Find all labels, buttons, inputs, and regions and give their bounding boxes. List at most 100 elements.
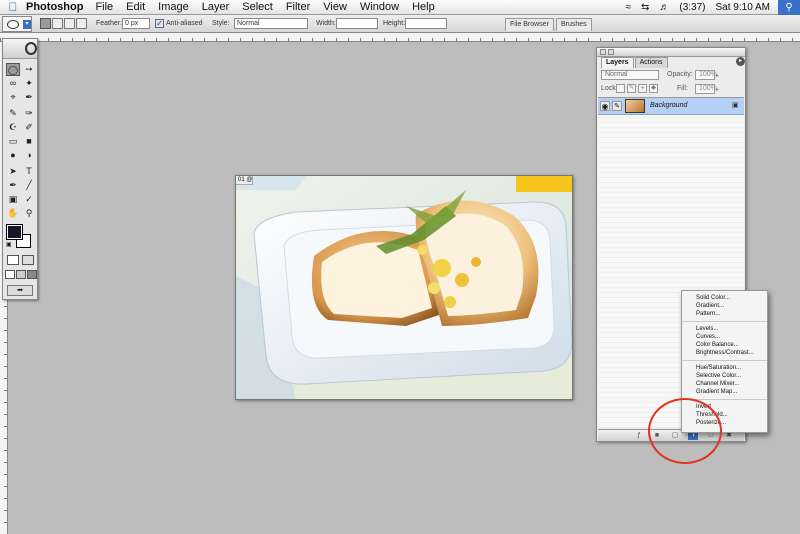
menu-window[interactable]: Window [360, 0, 399, 15]
app-menu[interactable]: Photoshop [26, 1, 83, 13]
magic-wand-icon[interactable]: ✦ [22, 77, 36, 90]
menu-layer[interactable]: Layer [202, 0, 230, 15]
battery-status[interactable]: (3:37) [679, 2, 705, 13]
document-window[interactable]: 01 @ [235, 175, 573, 400]
move-tool-icon[interactable]: ➙ [22, 63, 36, 76]
lock-position-icon[interactable]: + [638, 84, 647, 93]
healing-brush-icon[interactable]: ✎ [6, 107, 20, 120]
subtract-selection-icon[interactable] [64, 18, 75, 29]
tool-preset-picker[interactable]: ▾ [2, 16, 32, 32]
hand-tool-icon[interactable]: ✋ [6, 207, 20, 220]
menu-help[interactable]: Help [412, 0, 435, 15]
chevron-right-icon[interactable]: ▸ [716, 72, 719, 79]
type-tool-icon[interactable]: T [22, 165, 36, 178]
lock-transparency-icon[interactable] [616, 84, 625, 93]
width-input[interactable] [336, 18, 378, 29]
close-icon[interactable] [600, 49, 606, 55]
chevron-down-icon: ▾ [23, 20, 31, 29]
menu-item-solid-color[interactable]: Solid Color... [682, 294, 767, 302]
layer-thumbnail[interactable] [625, 99, 645, 113]
layer-name[interactable]: Background [650, 102, 687, 109]
fill-input[interactable]: 100% [695, 84, 717, 94]
lasso-tool-icon[interactable]: ∞ [6, 77, 20, 90]
intersect-selection-icon[interactable] [76, 18, 87, 29]
screen-mode-full-menu-icon[interactable] [16, 270, 26, 279]
lock-pixels-icon[interactable]: ✎ [627, 84, 636, 93]
screen-mode-full-icon[interactable] [27, 270, 37, 279]
layer-row-background[interactable]: ◉ ✎ Background ▣ [598, 98, 744, 115]
menu-item-levels[interactable]: Levels... [682, 325, 767, 333]
menu-item-hue-saturation[interactable]: Hue/Saturation... [682, 364, 767, 372]
path-select-icon[interactable]: ➤ [6, 165, 20, 178]
menu-item-brightness-contrast[interactable]: Brightness/Contrast... [682, 349, 767, 357]
feather-label: Feather: [96, 20, 123, 27]
eyedropper-icon[interactable]: ✓ [22, 193, 36, 206]
zoom-tool-icon[interactable]: ⚲ [22, 207, 36, 220]
standard-mode-icon[interactable] [7, 255, 19, 265]
document-title[interactable]: 01 @ [236, 176, 254, 185]
history-brush-icon[interactable]: ✐ [22, 121, 36, 134]
pen-tool-icon[interactable]: ✒ [6, 179, 20, 192]
menu-item-gradient-map[interactable]: Gradient Map... [682, 388, 767, 396]
menu-select[interactable]: Select [242, 0, 273, 15]
sync-icon[interactable]: ⇆ [641, 2, 649, 13]
dodge-tool-icon[interactable]: ◑ [22, 149, 36, 162]
volume-icon[interactable]: ♬ [659, 2, 669, 13]
blend-mode-select[interactable]: Normal [601, 70, 659, 80]
chevron-right-icon[interactable]: ▸ [716, 86, 719, 93]
menu-item-gradient[interactable]: Gradient... [682, 302, 767, 310]
height-input[interactable] [405, 18, 447, 29]
menu-item-selective-color[interactable]: Selective Color... [682, 372, 767, 380]
clock[interactable]: Sat 9:10 AM [716, 2, 770, 13]
feather-input[interactable]: 0 px [122, 18, 150, 29]
menu-separator [682, 321, 767, 322]
brush-tool-icon[interactable]: ✑ [22, 107, 36, 120]
notes-tool-icon[interactable]: ▣ [6, 193, 20, 206]
marquee-tool-icon[interactable]: ◯ [6, 63, 20, 76]
layers-palette-titlebar[interactable] [597, 48, 745, 57]
wifi-icon[interactable]: ≈ [626, 2, 632, 13]
menu-edit[interactable]: Edit [126, 0, 145, 15]
tab-layers[interactable]: Layers [601, 57, 634, 68]
document-canvas-image [236, 176, 572, 399]
ellipse-marquee-icon [7, 20, 19, 29]
opacity-input[interactable]: 100% [695, 70, 717, 80]
menu-image[interactable]: Image [158, 0, 189, 15]
adobe-online-icon[interactable] [25, 42, 37, 55]
shape-tool-icon[interactable]: ╱ [22, 179, 36, 192]
menu-view[interactable]: View [323, 0, 347, 15]
gradient-tool-icon[interactable]: ■ [22, 135, 36, 148]
slice-tool-icon[interactable]: ✒ [22, 91, 36, 104]
palette-menu-icon[interactable]: ▸ [736, 57, 745, 66]
minimize-icon[interactable] [608, 49, 614, 55]
menu-filter[interactable]: Filter [286, 0, 310, 15]
menu-item-channel-mixer[interactable]: Channel Mixer... [682, 380, 767, 388]
eraser-tool-icon[interactable]: ▭ [6, 135, 20, 148]
menu-file[interactable]: File [95, 0, 113, 15]
jump-to-imageready-icon[interactable]: ➡ [7, 285, 33, 296]
menu-item-pattern[interactable]: Pattern... [682, 310, 767, 318]
toolbox-header[interactable] [3, 39, 37, 59]
screen-mode-standard-icon[interactable] [5, 270, 15, 279]
new-selection-icon[interactable] [40, 18, 51, 29]
layer-style-icon[interactable]: ƒ [634, 431, 644, 440]
antialiased-checkbox[interactable]: ✓ [155, 19, 164, 28]
apple-icon[interactable]:  [0, 0, 26, 15]
spotlight-icon[interactable]: ⚲ [778, 0, 800, 15]
blur-tool-icon[interactable]: ● [6, 149, 20, 162]
eye-icon[interactable]: ◉ [600, 101, 610, 111]
antialiased-label: Anti-aliased [166, 20, 203, 27]
brush-icon[interactable]: ✎ [612, 101, 622, 111]
default-colors-icon[interactable]: ▣ [6, 242, 12, 248]
tab-brushes[interactable]: Brushes [556, 18, 592, 31]
quick-mask-icon[interactable] [22, 255, 34, 265]
lock-all-icon[interactable]: ◆ [649, 84, 658, 93]
add-selection-icon[interactable] [52, 18, 63, 29]
style-select[interactable]: Normal [234, 18, 308, 29]
menu-item-curves[interactable]: Curves... [682, 333, 767, 341]
stamp-tool-icon[interactable]: ☪ [6, 121, 20, 134]
tab-actions[interactable]: Actions [634, 57, 668, 68]
menu-item-color-balance[interactable]: Color Balance... [682, 341, 767, 349]
crop-tool-icon[interactable]: ⌖ [6, 91, 20, 104]
tab-file-browser[interactable]: File Browser [505, 18, 554, 31]
